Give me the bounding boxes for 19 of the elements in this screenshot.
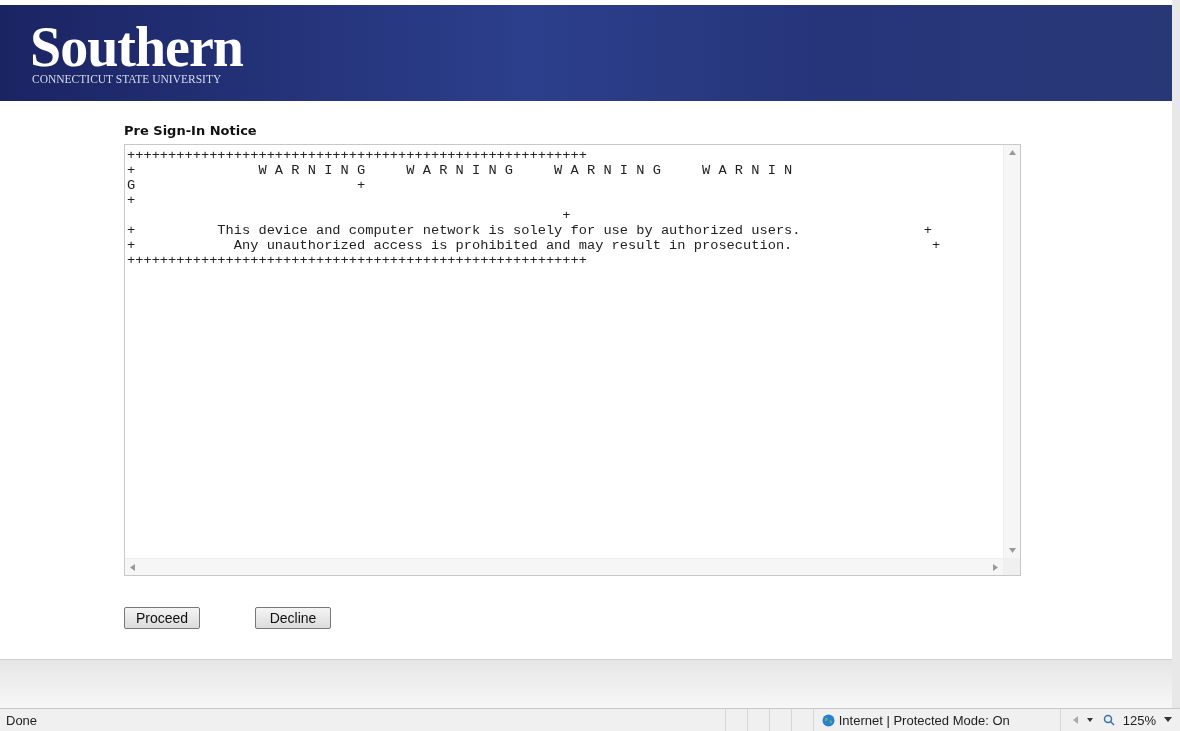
dropdown-icon[interactable] (1164, 717, 1172, 723)
status-text: Done (6, 712, 38, 728)
action-button[interactable]: Decline (255, 607, 331, 629)
scrollbar-corner (1003, 558, 1020, 575)
vertical-scrollbar[interactable] (1003, 145, 1020, 558)
scroll-up-icon[interactable] (1008, 149, 1016, 156)
scroll-down-icon[interactable] (1008, 547, 1016, 554)
notice-text-area[interactable]: ++++++++++++++++++++++++++++++++++++++++++++++++++++++++ + W A R N I N G W A R N I N G W A R N I N G W A R N I N G + + + + This device and computer network is solely for use by authorized users. + + Any unauthorized access is prohibited and may result in prosecution. + ++++++++++++++++++++++++++++++++++++++++++++++++++++++++ (124, 144, 1021, 576)
logo-word: Southern (30, 21, 243, 73)
action-button[interactable]: Proceed (124, 607, 200, 629)
globe-icon (821, 713, 835, 727)
horizontal-scrollbar[interactable] (125, 558, 1003, 575)
scroll-right-icon[interactable] (992, 563, 999, 571)
security-zone-text: Internet | Protected Mode: On (838, 712, 1010, 728)
zoom-level[interactable]: 125% (1122, 712, 1156, 728)
scroll-left-icon[interactable] (129, 563, 136, 571)
zoom-icon[interactable] (1102, 714, 1115, 726)
notice-title: Pre Sign-In Notice (124, 123, 258, 138)
logo-subtitle: CONNECTICUT STATE UNIVERSITY (32, 73, 222, 85)
